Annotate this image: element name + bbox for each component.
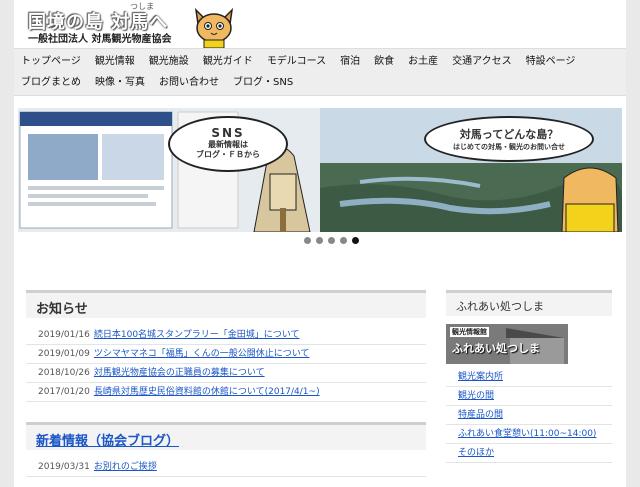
banner-big-text: ふれあい処つしま bbox=[452, 342, 540, 355]
blog-link[interactable]: お別れのご挨拶 bbox=[94, 462, 157, 472]
site-header: つしま 国境の島 対馬へ 一般社団法人 対馬観光物産協会 bbox=[14, 0, 626, 48]
blog-heading-link[interactable]: 新着情報（協会ブログ） bbox=[36, 434, 179, 449]
nav-item-media[interactable]: 映像・写真 bbox=[88, 74, 152, 92]
banner-small-text: 観光情報館 bbox=[450, 327, 489, 337]
blog-date: 2019/03/31 bbox=[38, 462, 90, 472]
sns-bubble-line2: ブログ・ＦＢから bbox=[196, 150, 260, 159]
news-date: 2017/01/20 bbox=[38, 387, 90, 397]
nav-item-food[interactable]: 飲食 bbox=[367, 53, 401, 71]
news-date: 2019/01/09 bbox=[38, 349, 90, 359]
nav-item-sns[interactable]: ブログ・SNS bbox=[226, 74, 300, 92]
news-list: 2019/01/16 続日本100名城スタンプラリー「金田城」について 2019/… bbox=[26, 326, 426, 402]
news-item: 2017/01/20 長崎県対馬歴史民俗資料館の休館について(2017/4/1~) bbox=[26, 383, 426, 402]
sidebar-link[interactable]: ふれあい食堂憩い(11:00~14:00) bbox=[446, 425, 612, 444]
news-link[interactable]: ツシマヤマネコ「福馬」くんの一般公開休止について bbox=[94, 349, 310, 359]
site-subtitle: 一般社団法人 対馬観光物産協会 bbox=[28, 34, 172, 45]
news-item: 2019/01/16 続日本100名城スタンプラリー「金田城」について bbox=[26, 326, 426, 345]
slider-dot-1[interactable] bbox=[304, 237, 311, 244]
sidebar-link[interactable]: 特産品の間 bbox=[446, 406, 612, 425]
news-link[interactable]: 長崎県対馬歴史民俗資料館の休館について(2017/4/1~) bbox=[94, 387, 320, 397]
news-link[interactable]: 続日本100名城スタンプラリー「金田城」について bbox=[94, 330, 300, 340]
main-column: お知らせ 2019/01/16 続日本100名城スタンプラリー「金田城」について … bbox=[26, 290, 426, 477]
nav-item-special[interactable]: 特設ページ bbox=[519, 53, 583, 71]
nav-row-1: トップページ 観光情報 観光施設 観光ガイド モデルコース 宿泊 飲食 お土産 … bbox=[14, 53, 582, 71]
news-heading: お知らせ bbox=[26, 290, 426, 318]
about-bubble-sub: はじめての対馬・観光のお問い合せ bbox=[453, 143, 565, 151]
nav-item-guide[interactable]: 観光ガイド bbox=[196, 53, 260, 71]
fureai-banner[interactable]: 観光情報館 ふれあい処つしま bbox=[446, 324, 568, 364]
nav-item-info[interactable]: 観光情報 bbox=[88, 53, 142, 71]
nav-item-blog-summary[interactable]: ブログまとめ bbox=[14, 74, 88, 92]
sidebar-link[interactable]: 観光の間 bbox=[446, 387, 612, 406]
global-nav: トップページ 観光情報 観光施設 観光ガイド モデルコース 宿泊 飲食 お土産 … bbox=[14, 48, 626, 96]
about-bubble: 対馬ってどんな島？ はじめての対馬・観光のお問い合せ bbox=[424, 116, 594, 162]
sns-bubble-line1: 最新情報は bbox=[208, 140, 248, 149]
sidebar-link[interactable]: 観光案内所 bbox=[446, 368, 612, 387]
blog-list: 2019/03/31 お別れのご挨拶 bbox=[26, 458, 426, 477]
sidebar: ふれあい処つしま 観光情報館 ふれあい処つしま 観光案内所 観光の間 特産品の間… bbox=[446, 290, 612, 463]
nav-row-2: ブログまとめ 映像・写真 お問い合わせ ブログ・SNS bbox=[14, 74, 300, 92]
slider-dot-2[interactable] bbox=[316, 237, 323, 244]
slider-dots bbox=[304, 237, 359, 244]
nav-item-facilities[interactable]: 観光施設 bbox=[142, 53, 196, 71]
slider-dot-5[interactable] bbox=[352, 237, 359, 244]
slide-sns[interactable]: SNS 最新情報は ブログ・ＦＢから bbox=[18, 108, 320, 232]
sns-bubble-title: SNS bbox=[211, 126, 245, 140]
nav-item-souvenir[interactable]: お土産 bbox=[401, 53, 445, 71]
cat-mascot-icon bbox=[194, 7, 234, 48]
sidebar-heading: ふれあい処つしま bbox=[446, 290, 612, 316]
nav-item-top[interactable]: トップページ bbox=[14, 53, 88, 71]
nav-item-course[interactable]: モデルコース bbox=[260, 53, 333, 71]
hero-slider[interactable]: SNS 最新情報は ブログ・ＦＢから 対馬ってどんな島？ はじめての対馬・観光の… bbox=[18, 108, 622, 232]
news-item: 2019/01/09 ツシマヤマネコ「福馬」くんの一般公開休止について bbox=[26, 345, 426, 364]
slider-dot-4[interactable] bbox=[340, 237, 347, 244]
nav-item-access[interactable]: 交通アクセス bbox=[445, 53, 519, 71]
page: つしま 国境の島 対馬へ 一般社団法人 対馬観光物産協会 トップページ 観光情報… bbox=[14, 0, 626, 487]
nav-item-stay[interactable]: 宿泊 bbox=[333, 53, 367, 71]
news-date: 2019/01/16 bbox=[38, 330, 90, 340]
news-date: 2018/10/26 bbox=[38, 368, 90, 378]
news-item: 2018/10/26 対馬観光物産協会の正職員の募集について bbox=[26, 364, 426, 383]
news-link[interactable]: 対馬観光物産協会の正職員の募集について bbox=[94, 368, 265, 378]
about-bubble-title: 対馬ってどんな島？ bbox=[459, 128, 559, 141]
nav-item-contact[interactable]: お問い合わせ bbox=[152, 74, 226, 92]
blog-item: 2019/03/31 お別れのご挨拶 bbox=[26, 458, 426, 477]
slider-dot-3[interactable] bbox=[328, 237, 335, 244]
sns-bubble: SNS 最新情報は ブログ・ＦＢから bbox=[168, 116, 288, 172]
sidebar-links: 観光案内所 観光の間 特産品の間 ふれあい食堂憩い(11:00~14:00) そ… bbox=[446, 368, 612, 463]
slide-about-tsushima[interactable]: 対馬ってどんな島？ はじめての対馬・観光のお問い合せ bbox=[320, 108, 622, 232]
sidebar-link[interactable]: そのほか bbox=[446, 444, 612, 463]
blog-heading: 新着情報（協会ブログ） bbox=[26, 422, 426, 450]
